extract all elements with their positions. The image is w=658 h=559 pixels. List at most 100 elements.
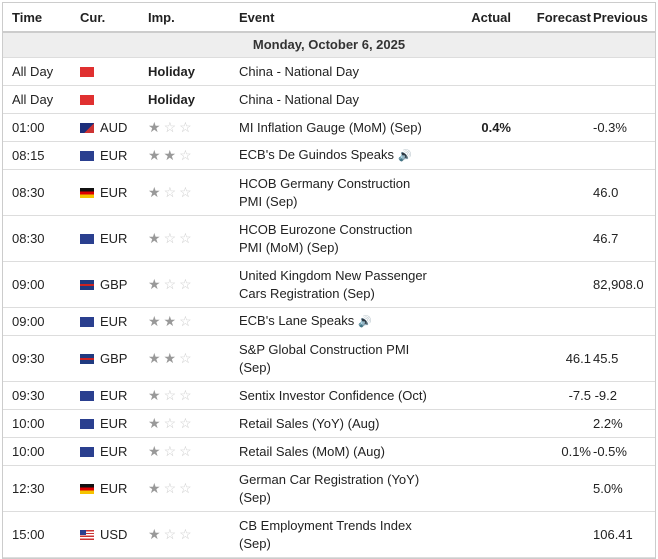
event-title[interactable]: China - National Day (239, 64, 359, 79)
event-title[interactable]: CB Employment Trends Index (Sep) (239, 518, 412, 551)
header-time[interactable]: Time (3, 3, 79, 33)
event-name[interactable]: ECB's De Guindos Speaks 🔊 (238, 141, 430, 170)
event-forecast (512, 215, 592, 262)
date-row: Monday, October 6, 2025 (3, 32, 655, 58)
flag-eu-icon (80, 418, 94, 429)
event-row[interactable]: 09:30 GBP ★★☆ S&P Global Construction PM… (3, 335, 655, 382)
event-previous (592, 57, 655, 86)
speaker-icon: 🔊 (358, 316, 372, 328)
event-name[interactable]: CB Employment Trends Index (Sep) (238, 511, 430, 558)
event-row[interactable]: 09:30 EUR ★☆☆ Sentix Investor Confidence… (3, 381, 655, 410)
event-name[interactable]: China - National Day (238, 85, 430, 114)
event-previous (592, 141, 655, 170)
event-name[interactable]: S&P Global Construction PMI (Sep) (238, 335, 430, 382)
event-name[interactable]: United Kingdom New Passenger Cars Regist… (238, 261, 430, 308)
flag-au-icon (80, 122, 94, 133)
event-title[interactable]: Sentix Investor Confidence (Oct) (239, 388, 427, 403)
event-name[interactable]: HCOB Eurozone Construction PMI (MoM) (Se… (238, 215, 430, 262)
event-forecast (512, 169, 592, 216)
event-title[interactable]: China - National Day (239, 92, 359, 107)
event-forecast (512, 465, 592, 512)
flag-eu-icon (80, 390, 94, 401)
event-previous: 106.41 (592, 511, 655, 558)
header-currency[interactable]: Cur. (79, 3, 147, 33)
event-title[interactable]: German Car Registration (YoY) (Sep) (239, 472, 419, 505)
event-actual (430, 409, 512, 438)
importance-stars: ★☆☆ (148, 526, 195, 542)
event-actual (430, 511, 512, 558)
event-forecast: 46.1 (512, 335, 592, 382)
event-name[interactable]: China - National Day (238, 57, 430, 86)
event-row[interactable]: 09:00 GBP ★☆☆ United Kingdom New Passeng… (3, 261, 655, 308)
event-title[interactable]: HCOB Eurozone Construction PMI (MoM) (Se… (239, 222, 412, 255)
event-title[interactable]: MI Inflation Gauge (MoM) (Sep) (239, 120, 422, 135)
importance-holiday: Holiday (148, 63, 195, 79)
event-row[interactable]: 08:30 EUR ★☆☆ HCOB Germany Construction … (3, 169, 655, 216)
flag-gb-icon (80, 279, 94, 290)
event-actual (430, 381, 512, 410)
event-row[interactable]: All Day Holiday China - National Day (3, 57, 655, 86)
event-actual (430, 261, 512, 308)
currency-code: AUD (100, 119, 128, 135)
header-previous[interactable]: Previous (592, 3, 655, 33)
event-row[interactable]: 01:00 AUD ★☆☆ MI Inflation Gauge (MoM) (… (3, 113, 655, 142)
header-actual[interactable]: Actual (430, 3, 512, 33)
event-previous: 5.0% (592, 465, 655, 512)
event-currency (79, 85, 147, 114)
event-currency: GBP (79, 335, 147, 382)
flag-cn-icon (80, 66, 94, 77)
event-row[interactable]: 09:00 EUR ★★☆ ECB's Lane Speaks 🔊 (3, 307, 655, 336)
event-row[interactable]: All Day Holiday China - National Day (3, 85, 655, 114)
event-time: 01:00 (3, 113, 79, 142)
header-importance[interactable]: Imp. (147, 3, 238, 33)
event-row[interactable]: 10:00 EUR ★☆☆ Retail Sales (MoM) (Aug) 0… (3, 437, 655, 466)
event-currency: EUR (79, 307, 147, 336)
event-name[interactable]: Retail Sales (MoM) (Aug) (238, 437, 430, 466)
importance-stars: ★☆☆ (148, 443, 195, 459)
event-name[interactable]: MI Inflation Gauge (MoM) (Sep) (238, 113, 430, 142)
event-name[interactable]: German Car Registration (YoY) (Sep) (238, 465, 430, 512)
event-time: All Day (3, 85, 79, 114)
importance-stars: ★☆☆ (148, 230, 195, 246)
event-currency (79, 57, 147, 86)
header-event[interactable]: Event (238, 3, 430, 33)
event-name[interactable]: Sentix Investor Confidence (Oct) (238, 381, 430, 410)
currency-code: EUR (100, 443, 128, 459)
event-title[interactable]: United Kingdom New Passenger Cars Regist… (239, 268, 427, 301)
currency-code: GBP (100, 350, 128, 366)
event-row[interactable]: 15:00 USD ★☆☆ CB Employment Trends Index… (3, 511, 655, 558)
event-currency: EUR (79, 465, 147, 512)
event-forecast (512, 511, 592, 558)
header-forecast[interactable]: Forecast (512, 3, 592, 33)
currency-code: USD (100, 526, 128, 542)
event-name[interactable]: HCOB Germany Construction PMI (Sep) (238, 169, 430, 216)
event-currency: EUR (79, 169, 147, 216)
event-previous: 46.0 (592, 169, 655, 216)
event-title[interactable]: ECB's De Guindos Speaks (239, 147, 394, 162)
currency-code: EUR (100, 184, 128, 200)
currency-code: EUR (100, 147, 128, 163)
event-forecast (512, 113, 592, 142)
event-row[interactable]: 08:15 EUR ★★☆ ECB's De Guindos Speaks 🔊 (3, 141, 655, 170)
event-time: 12:30 (3, 465, 79, 512)
event-title[interactable]: ECB's Lane Speaks (239, 313, 354, 328)
event-forecast (512, 85, 592, 114)
event-currency: EUR (79, 437, 147, 466)
speaker-icon: 🔊 (397, 150, 412, 162)
event-row[interactable]: 08:30 EUR ★☆☆ HCOB Eurozone Construction… (3, 215, 655, 262)
event-row[interactable]: 10:00 EUR ★☆☆ Retail Sales (YoY) (Aug) 2… (3, 409, 655, 438)
event-forecast (512, 409, 592, 438)
event-actual (430, 141, 512, 170)
event-previous: -9.2 (592, 381, 655, 410)
event-currency: AUD (79, 113, 147, 142)
currency-code: EUR (100, 313, 128, 329)
event-actual (430, 307, 512, 336)
event-row[interactable]: 12:30 EUR ★☆☆ German Car Registration (Y… (3, 465, 655, 512)
event-actual (430, 215, 512, 262)
event-name[interactable]: Retail Sales (YoY) (Aug) (238, 409, 430, 438)
event-title[interactable]: Retail Sales (YoY) (Aug) (239, 416, 379, 431)
event-title[interactable]: HCOB Germany Construction PMI (Sep) (239, 176, 410, 209)
event-title[interactable]: S&P Global Construction PMI (Sep) (239, 342, 409, 375)
event-title[interactable]: Retail Sales (MoM) (Aug) (239, 444, 385, 459)
event-name[interactable]: ECB's Lane Speaks 🔊 (238, 307, 430, 336)
